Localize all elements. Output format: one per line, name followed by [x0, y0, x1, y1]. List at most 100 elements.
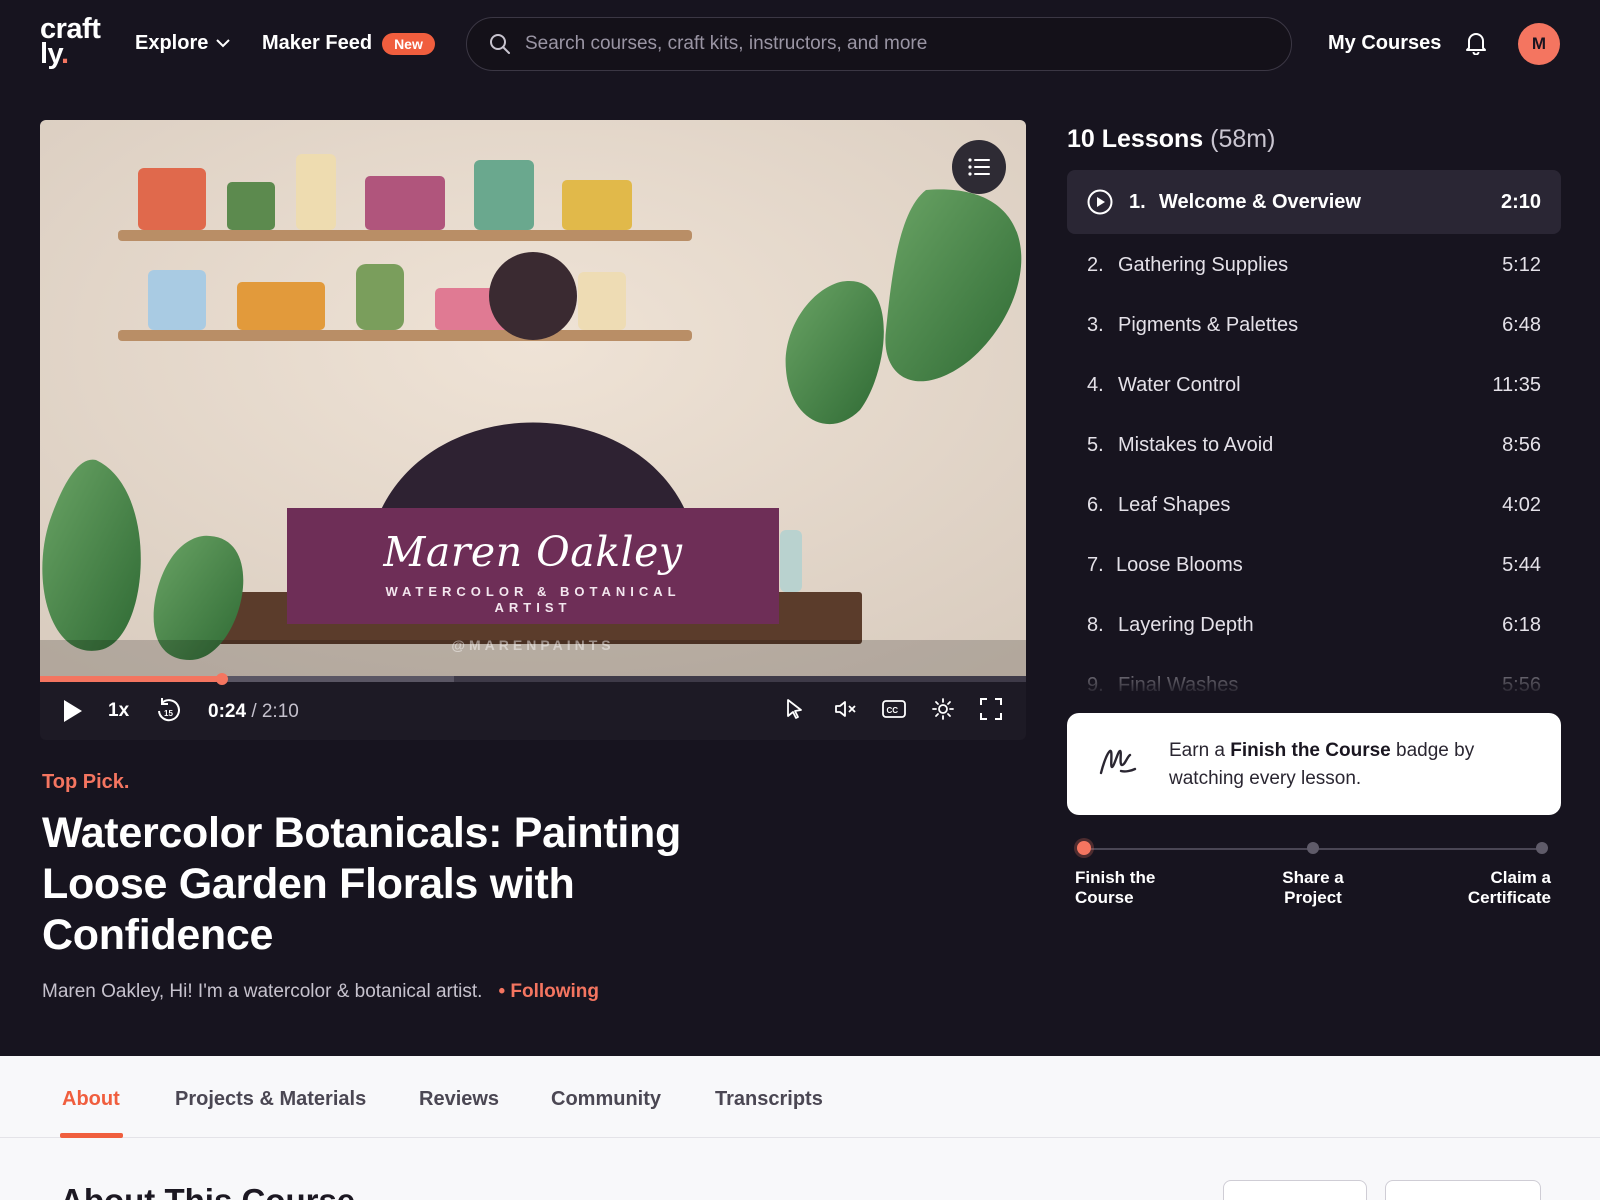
- lesson-number: 1.: [1129, 190, 1146, 213]
- lesson-title: Leaf Shapes: [1118, 493, 1231, 516]
- share-course-button[interactable]: [1385, 1180, 1541, 1200]
- svg-text:CC: CC: [887, 706, 899, 715]
- settings-button[interactable]: [932, 698, 954, 720]
- brand-logo[interactable]: craft ly.: [40, 15, 101, 70]
- tab-about[interactable]: About: [62, 1088, 120, 1111]
- lesson-item[interactable]: 7. Loose Blooms 5:44: [1067, 533, 1561, 597]
- nameplate-title: WATERCOLOR & BOTANICAL ARTIST: [385, 584, 681, 615]
- list-icon: [968, 158, 990, 176]
- video-player[interactable]: Maren Oakley WATERCOLOR & BOTANICAL ARTI…: [40, 120, 1026, 740]
- lesson-duration: 2:10: [1500, 190, 1541, 213]
- lesson-number: 3.: [1087, 313, 1104, 336]
- lesson-title: Pigments & Palettes: [1118, 313, 1299, 336]
- lesson-duration: 6:18: [1502, 613, 1541, 636]
- lesson-title: Water Control: [1118, 373, 1241, 396]
- mute-button[interactable]: [834, 699, 858, 719]
- fullscreen-icon: [980, 698, 1002, 720]
- following-button[interactable]: • Following: [498, 981, 599, 1003]
- lesson-item[interactable]: 5. Mistakes to Avoid 8:56: [1067, 413, 1561, 477]
- playback-time: 0:24 / 2:10: [208, 701, 299, 723]
- lesson-number: 6.: [1087, 493, 1104, 516]
- total-time: / 2:10: [251, 701, 299, 722]
- byline-text: Maren Oakley, Hi! I'm a watercolor & bot…: [42, 981, 483, 1002]
- lessons-total-duration: (58m): [1210, 125, 1276, 153]
- top-nav: craft ly. Explore Maker Feed New My Cour…: [0, 0, 1600, 88]
- save-course-button[interactable]: [1223, 1180, 1367, 1200]
- badge-prefix: Earn a: [1169, 740, 1225, 761]
- lesson-item-active[interactable]: 1. Welcome & Overview 2:10: [1067, 170, 1561, 234]
- step-label-certificate: Claim a Certificate: [1467, 868, 1551, 907]
- lesson-number: 5.: [1087, 433, 1104, 456]
- signature-icon: [1099, 749, 1137, 775]
- cc-icon: CC: [882, 700, 906, 718]
- lesson-item[interactable]: 3. Pigments & Palettes 6:48: [1067, 293, 1561, 357]
- search-bar[interactable]: [466, 17, 1292, 71]
- lesson-duration: 5:56: [1502, 673, 1541, 696]
- lesson-item[interactable]: 4. Water Control 11:35: [1067, 353, 1561, 417]
- search-icon: [490, 34, 510, 54]
- step-label-share: Share a Project: [1282, 868, 1344, 907]
- interactive-cursor-button[interactable]: [786, 698, 804, 720]
- lesson-number: 2.: [1087, 253, 1104, 276]
- course-details-section: About Projects & Materials Reviews Commu…: [0, 1056, 1600, 1200]
- play-circle-icon: [1087, 189, 1113, 215]
- video-controls: 1x 15 0:24 / 2:10 CC: [40, 682, 1026, 740]
- mute-icon: [835, 701, 856, 717]
- lesson-title: Layering Depth: [1118, 613, 1254, 636]
- logo-line-2: ly: [40, 38, 62, 70]
- lesson-duration: 5:12: [1502, 253, 1541, 276]
- maker-feed-link[interactable]: Maker Feed New: [262, 32, 435, 55]
- instructor-handle: @MARENPAINTS: [451, 637, 615, 653]
- lesson-title: Gathering Supplies: [1118, 253, 1289, 276]
- lesson-duration: 6:48: [1502, 313, 1541, 336]
- lesson-number: 8.: [1087, 613, 1104, 636]
- lesson-list-toggle[interactable]: [952, 140, 1006, 194]
- fullscreen-button[interactable]: [980, 698, 1002, 720]
- chevron-down-icon: [216, 39, 231, 48]
- lessons-header: 10 Lessons (58m): [1067, 125, 1275, 154]
- lesson-title: Mistakes to Avoid: [1118, 433, 1274, 456]
- cursor-icon: [787, 699, 802, 719]
- current-time: 0:24: [208, 701, 247, 722]
- lesson-number: 7.: [1087, 553, 1104, 576]
- lesson-item[interactable]: 2. Gathering Supplies 5:12: [1067, 233, 1561, 297]
- tab-community[interactable]: Community: [551, 1088, 661, 1111]
- lesson-list[interactable]: 1. Welcome & Overview 2:10 2. Gathering …: [1067, 170, 1561, 695]
- svg-text:15: 15: [164, 709, 173, 718]
- lesson-item[interactable]: 9. Final Washes 5:56: [1067, 653, 1561, 696]
- course-title: Watercolor Botanicals: Painting Loose Ga…: [42, 809, 681, 959]
- user-avatar[interactable]: M: [1518, 23, 1560, 65]
- instructor-nameplate: Maren Oakley WATERCOLOR & BOTANICAL ARTI…: [287, 508, 779, 624]
- tab-transcripts[interactable]: Transcripts: [715, 1088, 823, 1111]
- search-input[interactable]: [525, 33, 1265, 55]
- lesson-duration: 11:35: [1492, 373, 1541, 396]
- nameplate-name: Maren Oakley: [383, 528, 683, 576]
- tab-projects-materials[interactable]: Projects & Materials: [175, 1088, 366, 1111]
- logo-dot: .: [61, 38, 69, 70]
- tab-reviews[interactable]: Reviews: [419, 1088, 499, 1111]
- rewind-15-button[interactable]: 15: [156, 697, 180, 723]
- lesson-duration: 8:56: [1502, 433, 1541, 456]
- play-button[interactable]: [62, 698, 84, 724]
- badge-promo-card: Earn a Finish the Course badge by watchi…: [1067, 713, 1561, 815]
- playback-speed-button[interactable]: 1x: [108, 700, 129, 722]
- step-dot-share: [1307, 842, 1319, 854]
- instructor-byline: Maren Oakley, Hi! I'm a watercolor & bot…: [42, 981, 599, 1003]
- my-courses-link[interactable]: My Courses: [1328, 32, 1441, 55]
- lesson-item[interactable]: 6. Leaf Shapes 4:02: [1067, 473, 1561, 537]
- video-frame[interactable]: Maren Oakley WATERCOLOR & BOTANICAL ARTI…: [40, 120, 1026, 676]
- lesson-duration: 5:44: [1502, 553, 1541, 576]
- lesson-item[interactable]: 8. Layering Depth 6:18: [1067, 593, 1561, 657]
- active-tab-indicator: [60, 1133, 123, 1138]
- bell-icon[interactable]: [1465, 31, 1487, 60]
- new-badge: New: [382, 32, 435, 55]
- play-icon: [64, 700, 82, 722]
- lesson-number: 4.: [1087, 373, 1104, 396]
- explore-menu[interactable]: Explore: [135, 32, 231, 55]
- step-dot-finish: [1077, 841, 1091, 855]
- maker-feed-label: Maker Feed: [262, 32, 373, 54]
- lesson-number: 9.: [1087, 673, 1104, 696]
- lessons-count: 10 Lessons: [1067, 125, 1204, 153]
- settings-icon: [932, 698, 954, 720]
- captions-button[interactable]: CC: [882, 699, 906, 719]
